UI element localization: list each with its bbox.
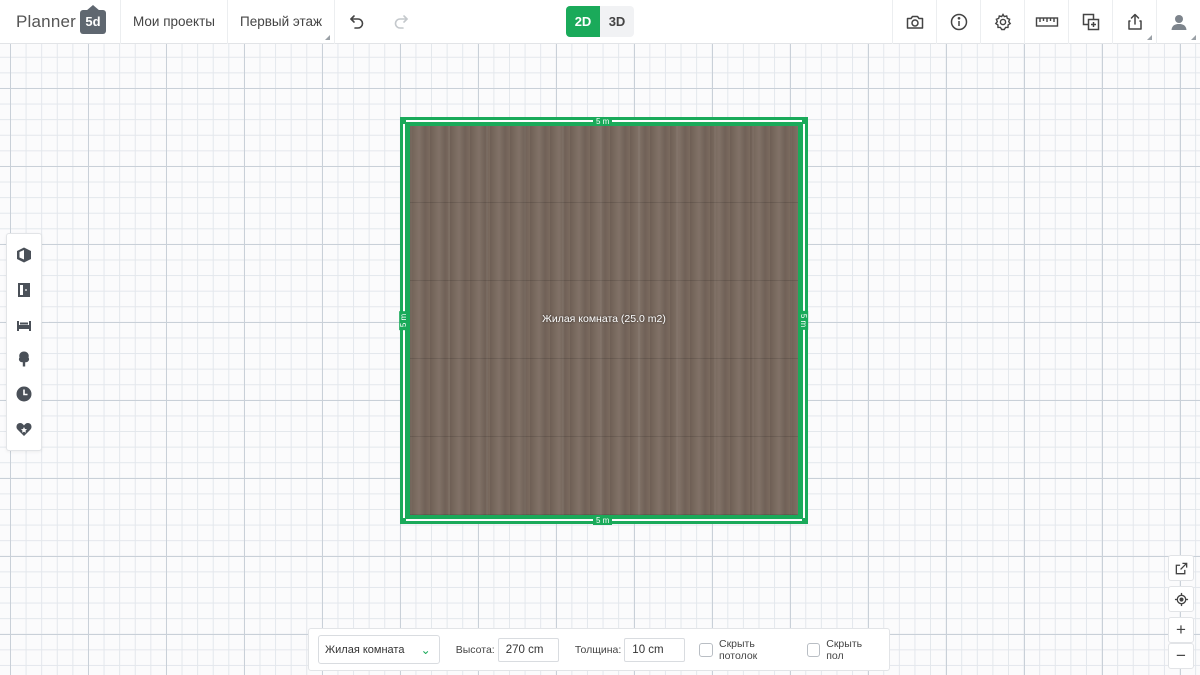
- dimension-label-bottom: 5 m: [593, 516, 613, 525]
- dimension-label-top: 5 m: [593, 117, 613, 126]
- thickness-input[interactable]: 10 cm: [624, 637, 686, 662]
- info-button[interactable]: [936, 0, 980, 44]
- tool-favorites-button[interactable]: [7, 411, 41, 446]
- top-bar: Planner 5d Мои проекты Первый этаж 2D 3D: [0, 0, 1200, 44]
- redo-button[interactable]: [379, 0, 423, 44]
- dimension-label-right: 5 m: [799, 310, 809, 331]
- hide-ceiling-box[interactable]: [699, 642, 713, 657]
- dropdown-corner-icon: [1147, 35, 1152, 40]
- hide-floor-box[interactable]: [806, 642, 821, 657]
- my-projects-button[interactable]: Мои проекты: [121, 0, 228, 44]
- door-icon: [18, 283, 30, 298]
- undo-button[interactable]: [335, 0, 379, 44]
- thickness-label: Толщина:: [574, 643, 622, 656]
- view-mode-toggle: 2D 3D: [566, 6, 634, 37]
- floor-selector-label: Первый этаж: [239, 14, 323, 29]
- zoom-in-button[interactable]: +: [1168, 617, 1194, 643]
- hide-ceiling-label: Скрыть потолок: [718, 637, 758, 662]
- left-tool-panel: [6, 233, 42, 452]
- hide-floor-label: Скрыть пол: [826, 637, 863, 662]
- tool-doors-button[interactable]: [7, 273, 41, 308]
- info-icon: [950, 13, 967, 31]
- room-properties-bar: Жилая комната ⌄ Высота: 270 cm Толщина: …: [308, 628, 890, 671]
- zoom-out-button[interactable]: −: [1168, 643, 1194, 669]
- mode-3d-button[interactable]: 3D: [600, 6, 634, 37]
- settings-button[interactable]: [980, 0, 1024, 44]
- add-item-button[interactable]: [1068, 0, 1112, 44]
- room-name-label: Жилая комната (25.0 m2): [542, 313, 666, 325]
- bed-icon: [17, 320, 31, 331]
- camera-icon: [906, 15, 923, 29]
- height-input[interactable]: 270 cm: [497, 637, 559, 662]
- tool-recent-button[interactable]: [7, 377, 41, 412]
- toolbar-right: [892, 0, 1200, 44]
- chevron-down-icon: ⌄: [420, 642, 431, 657]
- room-type-value: Жилая комната: [325, 643, 405, 656]
- measurement-button[interactable]: [1024, 0, 1068, 44]
- dropdown-corner-icon: [1191, 35, 1196, 40]
- dropdown-corner-icon: [325, 34, 331, 40]
- tool-structure-button[interactable]: [7, 238, 41, 273]
- structure-icon: [17, 247, 31, 263]
- ruler-icon: [1035, 17, 1058, 27]
- share-button[interactable]: [1112, 0, 1156, 44]
- logo-text: Planner: [16, 11, 76, 31]
- open-external-button[interactable]: [1168, 555, 1194, 581]
- tool-exterior-button[interactable]: [7, 342, 41, 377]
- floor-selector[interactable]: Первый этаж: [228, 0, 336, 44]
- tree-icon: [18, 351, 30, 367]
- history-icon: [16, 386, 32, 402]
- locate-icon: [1174, 592, 1188, 606]
- external-link-icon: [1175, 562, 1187, 574]
- logo-badge: 5d: [80, 4, 106, 34]
- undo-redo-group: [335, 0, 423, 44]
- tool-furniture-button[interactable]: [7, 307, 41, 342]
- height-label: Высота:: [455, 643, 495, 656]
- screenshot-button[interactable]: [892, 0, 936, 44]
- user-account-button[interactable]: [1156, 0, 1200, 44]
- room-type-select[interactable]: Жилая комната ⌄: [318, 635, 440, 664]
- add-layer-icon: [1082, 13, 1099, 31]
- undo-icon: [350, 14, 364, 29]
- mode-2d-button[interactable]: 2D: [566, 6, 600, 37]
- hide-floor-checkbox[interactable]: Скрыть пол: [806, 637, 880, 662]
- center-view-button[interactable]: [1168, 586, 1194, 612]
- share-icon: [1127, 13, 1142, 30]
- app-logo[interactable]: Planner 5d: [0, 0, 121, 44]
- gear-icon: [994, 13, 1011, 31]
- favorites-icon: [16, 422, 32, 436]
- hide-ceiling-checkbox[interactable]: Скрыть потолок: [699, 638, 792, 662]
- user-avatar-icon: [1171, 15, 1186, 30]
- dimension-label-left: 5 m: [399, 310, 409, 331]
- redo-icon: [394, 14, 408, 29]
